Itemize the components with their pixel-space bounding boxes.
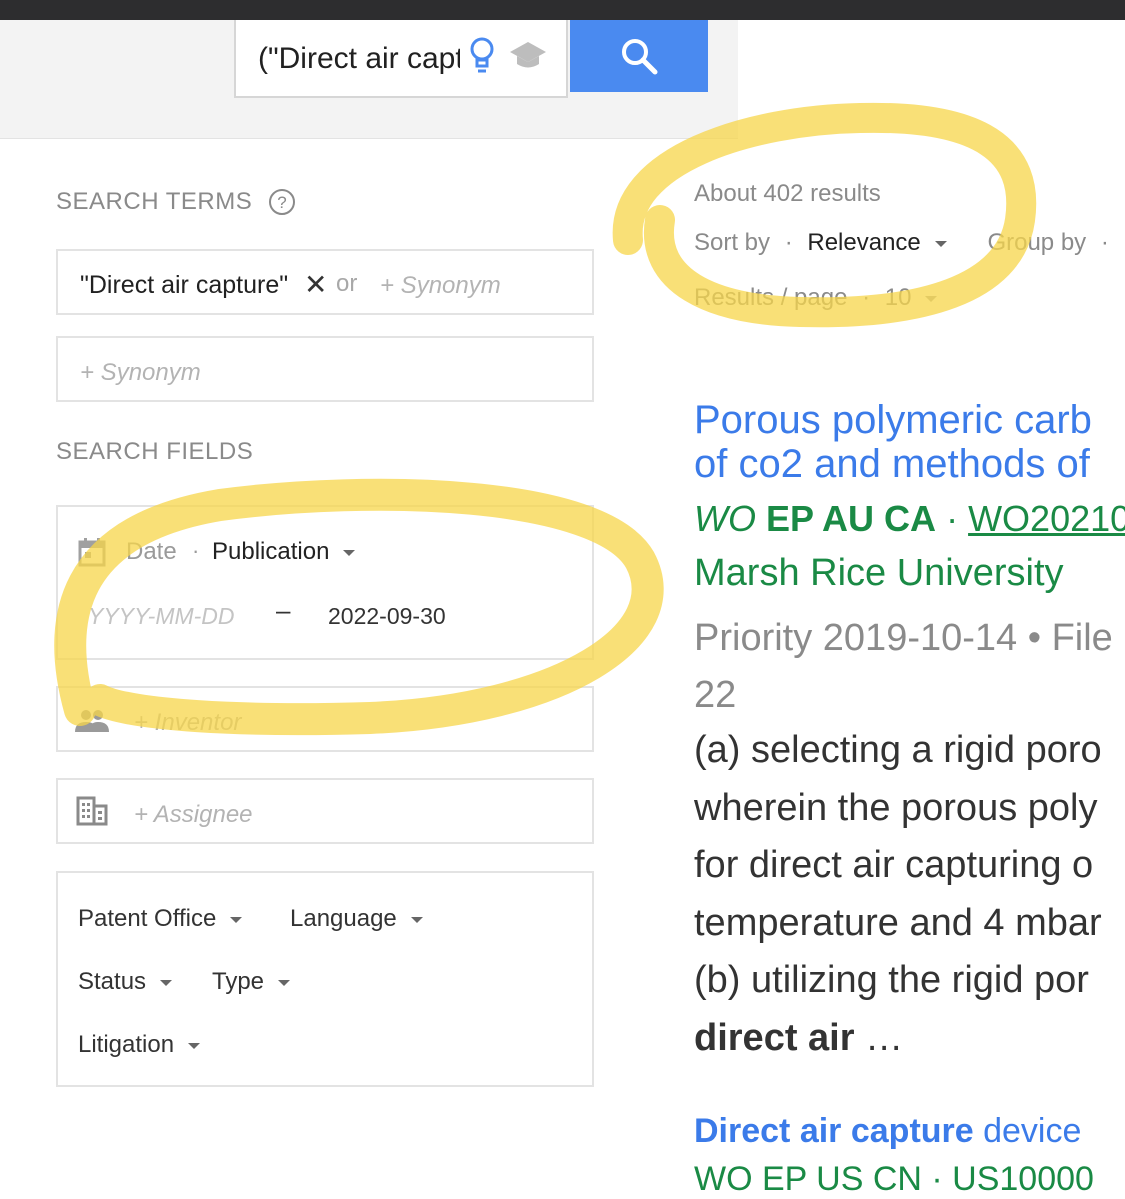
search-query-text: ("Direct air capture") (258, 42, 460, 75)
type-label: Type (212, 968, 265, 995)
assignee-field[interactable]: + Assignee (56, 778, 594, 844)
search-button[interactable] (570, 20, 708, 92)
chevron-down-icon (925, 295, 938, 302)
result-dates: Priority 2019-10-14 • File 22 (694, 610, 1113, 724)
chevron-down-icon (160, 979, 173, 986)
assignee-placeholder: + Assignee (134, 801, 253, 828)
result-offices: WO EP AU CA · WO20210 (694, 498, 1125, 540)
date-separator: · (192, 538, 200, 563)
language-label: Language (290, 905, 397, 932)
result-title-rest: device (973, 1112, 1082, 1150)
chevron-down-icon (934, 240, 947, 247)
sort-separator: · (784, 229, 793, 256)
search-input[interactable]: ("Direct air capture") (234, 20, 568, 98)
date-from-input[interactable]: YYYY-MM-DD (88, 603, 235, 630)
per-page-value: 10 (884, 284, 912, 311)
chevron-down-icon (343, 549, 356, 556)
sort-by-label: Sort by (694, 229, 771, 256)
result-title-link[interactable]: Porous polymeric carb of co2 and methods… (694, 398, 1092, 486)
or-label: or (336, 270, 358, 297)
office-list: EP AU CA (766, 498, 937, 539)
browser-top-bar (0, 0, 1125, 20)
search-icon (622, 39, 658, 75)
synonym-field[interactable]: + Synonym (56, 336, 594, 402)
offices-separator: · (946, 498, 959, 539)
remove-term-icon[interactable]: ✕ (304, 268, 327, 301)
search-terms-heading: SEARCH TERMS (56, 188, 253, 215)
search-fields-heading: SEARCH FIELDS (56, 438, 254, 465)
result-title-line: Porous polymeric carb (694, 398, 1092, 442)
group-by-label: Group by (987, 229, 1087, 256)
status-label: Status (78, 968, 147, 995)
office-primary: WO (694, 498, 756, 539)
result-title-line: of co2 and methods of (694, 442, 1090, 486)
snippet-line: for direct air capturing o (694, 844, 1094, 886)
date-range-dash: – (276, 595, 291, 625)
synonym-input[interactable]: + Synonym (380, 272, 501, 300)
sort-by-value: Relevance (807, 229, 921, 256)
result-assignee: Marsh Rice University (694, 552, 1064, 594)
type-filter[interactable]: Type (212, 968, 291, 996)
snippet-line: temperature and 4 mbar (694, 901, 1102, 944)
litigation-filter[interactable]: Litigation (78, 1031, 201, 1059)
lightbulb-icon[interactable] (468, 36, 496, 76)
date-type-value: Publication (212, 538, 330, 565)
results-count: About 402 results (694, 180, 881, 207)
people-icon (75, 710, 109, 732)
snippet-line: (a) selecting a rigid poro (694, 729, 1102, 771)
term-chip: "Direct air capture" (80, 271, 289, 299)
patent-number-link[interactable]: WO20210 (968, 498, 1125, 539)
per-page-dropdown[interactable]: 10 (885, 284, 938, 311)
search-term-field[interactable]: "Direct air capture" ✕ or + Synonym (56, 249, 594, 315)
chevron-down-icon (410, 916, 423, 923)
patent-office-filter[interactable]: Patent Office (78, 905, 243, 933)
result-title-bold: Direct air capture (694, 1112, 974, 1150)
result-title-link[interactable]: Direct air capture device (694, 1112, 1081, 1151)
date-to-input[interactable]: 2022-09-30 (328, 603, 446, 630)
litigation-label: Litigation (78, 1031, 175, 1058)
date-field: Date · Publication YYYY-MM-DD – 2022-09-… (56, 505, 594, 660)
chevron-down-icon (278, 979, 291, 986)
group-separator: · (1100, 229, 1109, 256)
date-label: Date (126, 538, 177, 565)
chevron-down-icon (188, 1042, 201, 1049)
inventor-field[interactable]: + Inventor (56, 686, 594, 752)
svg-text:?: ? (277, 193, 286, 212)
result-dates-line: Priority 2019-10-14 • File (694, 617, 1113, 659)
result-dates-line: 22 (694, 674, 737, 716)
status-filter[interactable]: Status (78, 968, 173, 996)
sort-group-row: Sort by · Relevance Group by · N (694, 229, 1125, 257)
search-header: ("Direct air capture") (0, 20, 738, 139)
chevron-down-icon (230, 916, 243, 923)
filters-panel: Patent Office Language Status Type Litig… (56, 871, 594, 1087)
per-page-separator: · (862, 284, 871, 311)
snippet-bold: direct air (694, 1016, 855, 1059)
per-page-label: Results / page (694, 284, 848, 311)
result-snippet: (a) selecting a rigid poro wherein the p… (694, 722, 1102, 1067)
scholar-cap-icon[interactable] (508, 40, 548, 72)
language-filter[interactable]: Language (290, 905, 423, 933)
per-page-row: Results / page · 10 (694, 284, 938, 312)
patent-office-label: Patent Office (78, 905, 217, 932)
snippet-line: (b) utilizing the rigid por (694, 959, 1089, 1001)
sort-by-dropdown[interactable]: Relevance (807, 229, 947, 256)
help-icon[interactable]: ? (268, 188, 296, 216)
building-icon (76, 796, 108, 826)
result-offices: WO EP US CN · US10000 (694, 1160, 1094, 1198)
synonym-placeholder: + Synonym (80, 359, 201, 386)
snippet-tail: … (854, 1016, 904, 1059)
snippet-line: wherein the porous poly (694, 786, 1098, 829)
date-type-dropdown[interactable]: Publication (212, 538, 356, 566)
snippet-line: direct air … (694, 1010, 1102, 1068)
calendar-icon (78, 538, 106, 567)
inventor-placeholder: + Inventor (134, 709, 242, 736)
